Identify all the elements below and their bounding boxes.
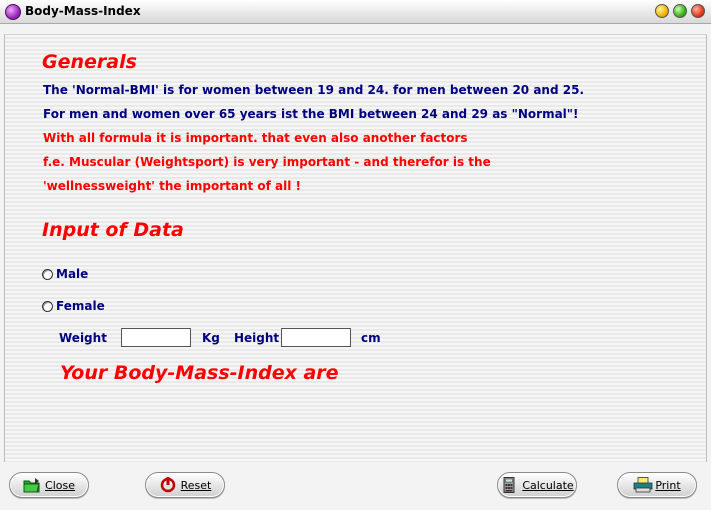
- print-button[interactable]: Print: [617, 472, 697, 498]
- generals-heading: Generals: [42, 51, 137, 73]
- minimize-button[interactable]: [655, 4, 669, 18]
- calculate-button[interactable]: Calculate: [497, 472, 577, 498]
- close-button-label: Close: [45, 478, 75, 492]
- reset-icon: [159, 477, 177, 493]
- female-option[interactable]: Female: [42, 299, 105, 313]
- generals-line-5: 'wellnessweight' the important of all !: [43, 179, 302, 193]
- weight-input[interactable]: [121, 328, 191, 347]
- height-unit: cm: [361, 331, 381, 345]
- maximize-button[interactable]: [673, 4, 687, 18]
- reset-button[interactable]: Reset: [145, 472, 225, 498]
- male-label: Male: [56, 267, 89, 281]
- result-label: Your Body-Mass-Index are: [60, 362, 339, 384]
- height-label: Height: [234, 331, 280, 345]
- generals-line-3: With all formula it is important. that e…: [43, 131, 468, 145]
- generals-line-2: For men and women over 65 years ist the …: [43, 107, 579, 121]
- input-heading: Input of Data: [42, 219, 184, 241]
- weight-label: Weight: [59, 331, 107, 345]
- generals-line-4: f.e. Muscular (Weightsport) is very impo…: [43, 155, 491, 169]
- reset-button-label: Reset: [180, 478, 212, 492]
- close-window-button[interactable]: [691, 4, 705, 18]
- height-input[interactable]: [281, 328, 351, 347]
- male-radio[interactable]: [42, 268, 53, 280]
- generals-line-1: The 'Normal-BMI' is for women between 19…: [43, 83, 584, 97]
- button-bar: [0, 462, 711, 510]
- window-title: Body-Mass-Index: [25, 4, 141, 18]
- main-panel: Generals The 'Normal-BMI' is for women b…: [4, 34, 707, 462]
- print-button-label: Print: [655, 478, 681, 492]
- male-option[interactable]: Male: [42, 267, 88, 281]
- female-radio[interactable]: [42, 300, 53, 312]
- female-label: Female: [56, 299, 105, 313]
- folder-exit-icon: [23, 477, 41, 493]
- close-button[interactable]: Close: [9, 472, 89, 498]
- calculate-button-label: Calculate: [522, 478, 574, 492]
- printer-icon: [633, 477, 653, 493]
- calculator-icon: [500, 477, 518, 493]
- app-icon: [5, 4, 21, 20]
- weight-unit: Kg: [202, 331, 220, 345]
- title-bar[interactable]: Body-Mass-Index: [0, 0, 711, 24]
